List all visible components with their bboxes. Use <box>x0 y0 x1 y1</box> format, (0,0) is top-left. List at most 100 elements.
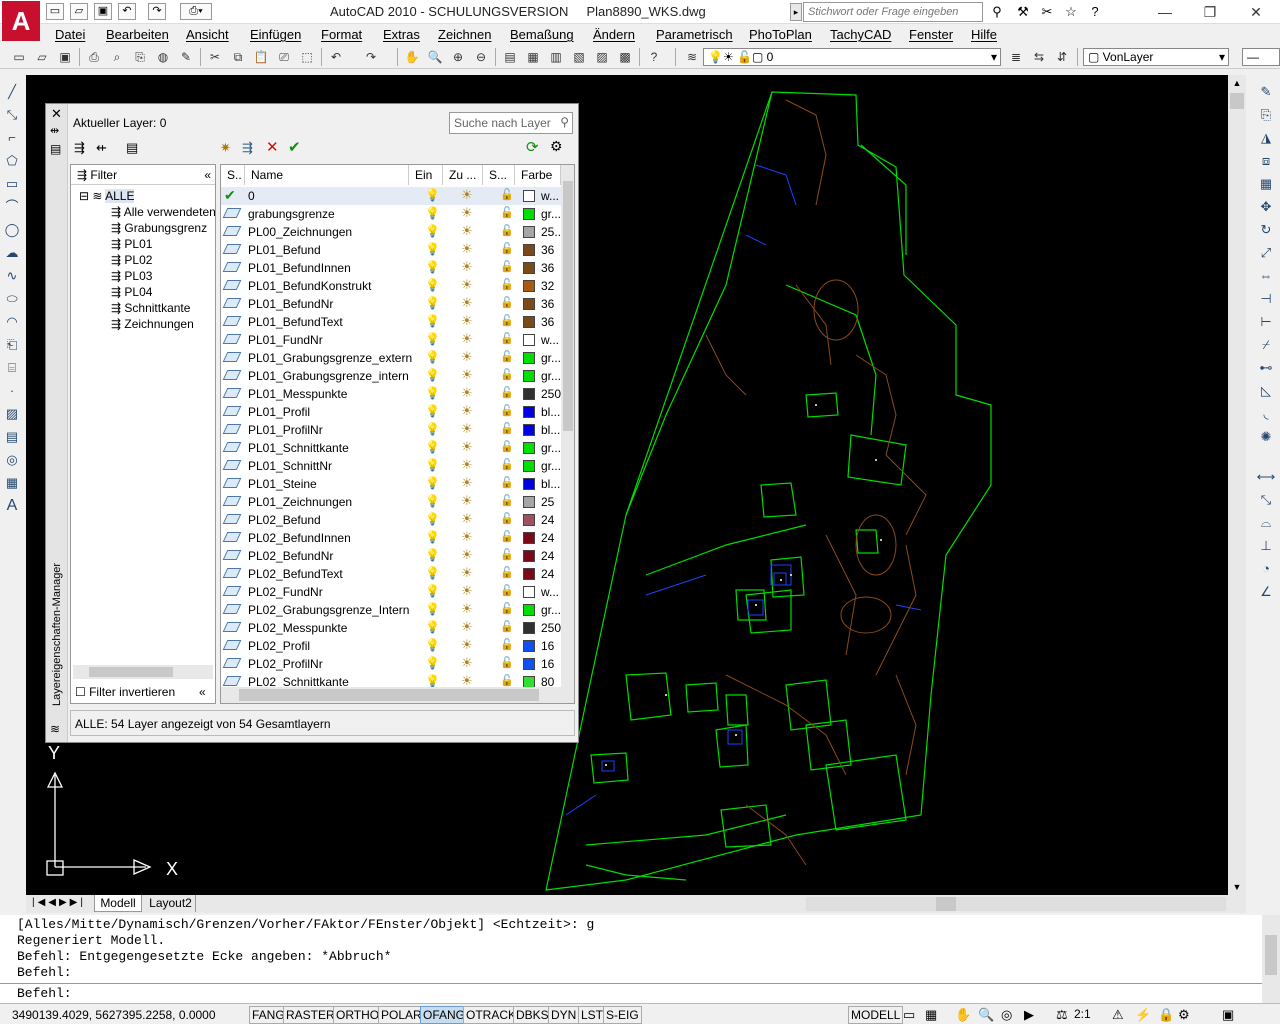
layer-on-icon[interactable]: 💡 <box>425 566 440 580</box>
settings-wrench-icon[interactable]: ⚙ <box>550 138 563 155</box>
explode-icon[interactable]: ✺ <box>1256 427 1276 447</box>
gradient-icon[interactable]: ▤ <box>2 427 22 447</box>
layer-color-swatch[interactable] <box>523 640 535 652</box>
region-icon[interactable]: ◎ <box>2 450 22 470</box>
layer-on-icon[interactable]: 💡 <box>425 494 440 508</box>
layer-row[interactable]: PL02_FundNr 💡 ☀ 🔓 w... <box>221 583 561 601</box>
menu-photoplan[interactable]: PhoToPlan <box>749 27 812 42</box>
quickcalc-icon[interactable]: ▩ <box>616 48 634 66</box>
move-icon[interactable]: ✥ <box>1256 197 1276 217</box>
layer-on-icon[interactable]: 💡 <box>425 332 440 346</box>
extend-icon[interactable]: ⊢ <box>1256 312 1276 332</box>
save-toolbar-icon[interactable]: ▣ <box>56 48 74 66</box>
plot-preview-icon[interactable]: ⌕ <box>108 48 126 66</box>
binoculars-icon[interactable]: ⚲ <box>986 3 1008 21</box>
layer-color-swatch[interactable] <box>523 190 535 202</box>
rotate-icon[interactable]: ↻ <box>1256 220 1276 240</box>
toggle-fang[interactable]: FANG <box>249 1006 288 1024</box>
tool-palettes-icon[interactable]: ▥ <box>547 48 565 66</box>
layer-thaw-icon[interactable]: ☀ <box>461 439 473 455</box>
col-lock[interactable]: S... <box>483 165 515 185</box>
layer-previous-icon[interactable]: ⇆ <box>1030 48 1048 66</box>
layer-color-swatch[interactable] <box>523 226 535 238</box>
layer-color-swatch[interactable] <box>523 604 535 616</box>
annotation-visibility-icon[interactable]: ⚠ <box>1112 1007 1124 1023</box>
multiline-text-icon[interactable]: A <box>2 496 22 516</box>
layer-thaw-icon[interactable]: ☀ <box>461 241 473 257</box>
layer-hscrollbar[interactable] <box>221 687 574 703</box>
layer-thaw-icon[interactable]: ☀ <box>461 367 473 383</box>
hatch-icon[interactable]: ▨ <box>2 404 22 424</box>
layer-on-icon[interactable]: 💡 <box>425 620 440 634</box>
erase-icon[interactable]: ✎ <box>1256 82 1276 102</box>
layer-unlock-icon[interactable]: 🔓 <box>500 224 514 237</box>
close-palette-icon[interactable]: ✕ <box>51 106 62 122</box>
showmotion-icon[interactable]: ▶ <box>1024 1007 1034 1023</box>
make-block-icon[interactable]: ⌸ <box>2 358 22 378</box>
hscroll-thumb[interactable] <box>936 897 956 911</box>
ellipse-arc-icon[interactable]: ◠ <box>2 312 22 332</box>
new-filter-icon[interactable]: ⇶ <box>74 140 85 156</box>
layer-on-icon[interactable]: 💡 <box>425 404 440 418</box>
layer-row[interactable]: PL02_Befund 💡 ☀ 🔓 24 <box>221 511 561 529</box>
pan-icon[interactable]: ✋ <box>403 48 421 66</box>
layer-row[interactable]: PL01_BefundKonstrukt 💡 ☀ 🔓 32 <box>221 277 561 295</box>
layer-color-swatch[interactable] <box>523 514 535 526</box>
layer-on-icon[interactable]: 💡 <box>425 422 440 436</box>
menu-einfuegen[interactable]: Einfügen <box>250 27 301 42</box>
layer-search-input[interactable]: Suche nach Layer ⚲ <box>449 112 573 134</box>
tab-layout2[interactable]: Layout2 <box>146 895 196 912</box>
layer-thaw-icon[interactable]: ☀ <box>461 313 473 329</box>
layer-on-icon[interactable]: 💡 <box>425 476 440 490</box>
break-icon[interactable]: ⌿ <box>1256 335 1276 355</box>
search-expand-icon[interactable]: ▸ <box>790 3 802 21</box>
layer-thaw-icon[interactable]: ☀ <box>461 259 473 275</box>
scroll-up-icon[interactable]: ▲ <box>1228 75 1246 91</box>
vertical-scrollbar[interactable]: ▲ ▼ <box>1228 75 1246 895</box>
layer-thaw-icon[interactable]: ☀ <box>461 403 473 419</box>
menu-tachycad[interactable]: TachyCAD <box>830 27 891 42</box>
arc-icon[interactable]: ⌒ <box>2 197 22 217</box>
layer-states-icon[interactable]: ⇵ <box>1053 48 1071 66</box>
stretch-icon[interactable]: ⇔ <box>1256 266 1276 286</box>
toggle-dyn[interactable]: DYN <box>548 1006 580 1024</box>
layer-unlock-icon[interactable]: 🔓 <box>500 620 514 633</box>
auto-scale-icon[interactable]: ⚡ <box>1135 1007 1151 1023</box>
communication-icon[interactable]: ⚒ <box>1012 3 1034 21</box>
zoom-status-icon[interactable]: 🔍 <box>978 1007 994 1023</box>
layer-unlock-icon[interactable]: 🔓 <box>500 332 514 345</box>
refresh-icon[interactable]: ⟳ <box>526 138 539 156</box>
layer-row[interactable]: PL01_Grabungsgrenze_extern 💡 ☀ 🔓 gr... <box>221 349 561 367</box>
make-current-icon[interactable]: ≣ <box>1007 48 1025 66</box>
save-icon[interactable]: ▣ <box>94 3 112 20</box>
col-status[interactable]: S.. <box>221 165 245 185</box>
zoom-previous-icon[interactable]: ⊖ <box>472 48 490 66</box>
join-icon[interactable]: ⊷ <box>1256 358 1276 378</box>
layer-row[interactable]: PL01_BefundText 💡 ☀ 🔓 36 <box>221 313 561 331</box>
quick-view-drawings-icon[interactable]: ▦ <box>925 1007 937 1023</box>
layer-thaw-icon[interactable]: ☀ <box>461 637 473 653</box>
layer-thaw-icon[interactable]: ☀ <box>461 223 473 239</box>
construction-line-icon[interactable]: ⤡ <box>2 105 22 125</box>
horizontal-scrollbar[interactable] <box>806 897 1226 911</box>
layer-unlock-icon[interactable]: 🔓 <box>500 584 514 597</box>
layer-row[interactable]: PL02_ProfilNr 💡 ☀ 🔓 16 <box>221 655 561 673</box>
menu-format[interactable]: Format <box>321 27 362 42</box>
layer-thaw-icon[interactable]: ☀ <box>461 187 473 203</box>
layer-unlock-icon[interactable]: 🔓 <box>500 368 514 381</box>
layer-thaw-icon[interactable]: ☀ <box>461 421 473 437</box>
layer-on-icon[interactable]: 💡 <box>425 512 440 526</box>
help-toolbar-icon[interactable]: ? <box>645 48 663 66</box>
layer-thaw-icon[interactable]: ☀ <box>461 295 473 311</box>
col-color[interactable]: Farbe <box>515 165 561 185</box>
new-file-icon[interactable]: ▭ <box>46 3 64 20</box>
layer-color-swatch[interactable] <box>523 280 535 292</box>
redo-icon[interactable]: ↷ <box>148 3 166 20</box>
dim-angular-icon[interactable]: ∠ <box>1256 582 1276 602</box>
dim-radius-icon[interactable]: ◔ <box>1256 559 1276 579</box>
line-icon[interactable]: ╱ <box>2 82 22 102</box>
chamfer-icon[interactable]: ◺ <box>1256 381 1276 401</box>
ellipse-icon[interactable]: ⬭ <box>2 289 22 309</box>
layer-combo[interactable]: 💡☀ 🔓▢ 0 ▾ <box>703 48 1001 66</box>
dim-ordinate-icon[interactable]: ⊥ <box>1256 536 1276 556</box>
